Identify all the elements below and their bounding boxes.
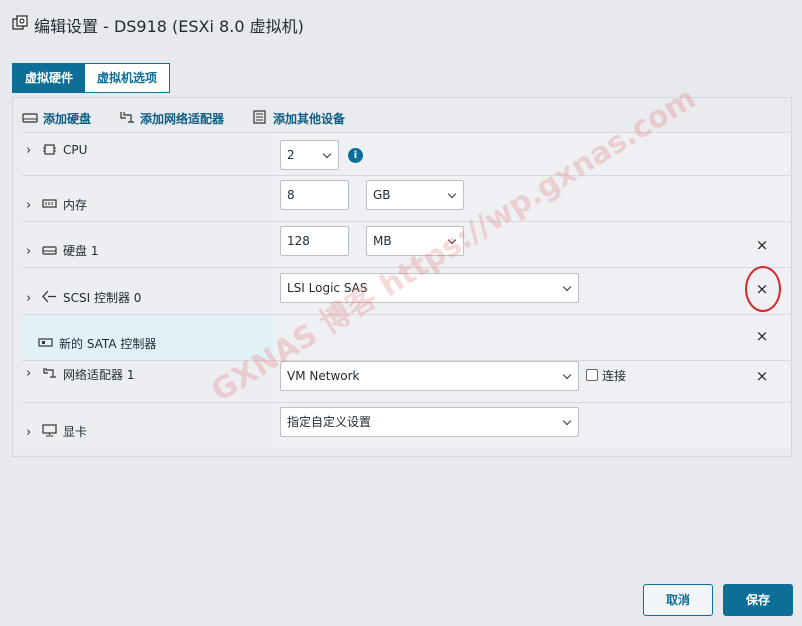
chevron-right-icon[interactable]: › bbox=[26, 143, 34, 158]
network-value: VM Network bbox=[287, 369, 360, 383]
scsi-type-select[interactable]: LSI Logic SAS bbox=[280, 273, 579, 303]
hardware-row-memory: › 内存 8 GB bbox=[22, 175, 790, 221]
memory-unit-select[interactable]: GB bbox=[366, 180, 464, 210]
disk-unit-value: MB bbox=[373, 234, 392, 248]
chevron-right-icon[interactable]: › bbox=[26, 244, 34, 259]
nic-row-value: VM Network 连接 × bbox=[273, 361, 790, 402]
memory-label: 内存 bbox=[63, 198, 88, 212]
scsi-controller-icon bbox=[42, 290, 57, 306]
video-label: 显卡 bbox=[63, 425, 88, 439]
video-settings-value: 指定自定义设置 bbox=[287, 415, 372, 429]
scsi-label: SCSI 控制器 0 bbox=[63, 291, 142, 305]
monitor-icon bbox=[42, 424, 57, 440]
vm-settings-icon bbox=[12, 15, 28, 35]
memory-row-label[interactable]: › 内存 bbox=[22, 176, 273, 221]
add-other-device-label: 添加其他设备 bbox=[273, 111, 346, 126]
disk-label: 硬盘 1 bbox=[63, 244, 99, 258]
add-other-device-button[interactable]: 添加其他设备 bbox=[252, 109, 346, 127]
hardware-row-scsi: › SCSI 控制器 0 LSI Logic SAS × bbox=[22, 267, 790, 314]
memory-icon bbox=[42, 197, 57, 213]
cpu-row-value: 2 i bbox=[273, 133, 790, 175]
remove-disk-button[interactable]: × bbox=[754, 236, 770, 254]
hardware-row-disk: › 硬盘 1 128 MB × bbox=[22, 221, 790, 267]
connect-checkbox[interactable] bbox=[586, 369, 598, 381]
hardware-row-sata: 新的 SATA 控制器 × bbox=[22, 314, 790, 360]
chevron-right-icon[interactable]: › bbox=[26, 198, 34, 213]
cpu-row-label[interactable]: › CPU bbox=[22, 133, 273, 175]
network-adapter-icon bbox=[119, 110, 135, 127]
sata-controller-icon bbox=[38, 336, 53, 352]
highlight-circle bbox=[745, 266, 781, 312]
cpu-label: CPU bbox=[63, 143, 88, 157]
memory-size-input[interactable]: 8 bbox=[280, 180, 349, 210]
tab-vm-options[interactable]: 虚拟机选项 bbox=[85, 64, 169, 92]
scsi-row-value: LSI Logic SAS × bbox=[273, 268, 790, 314]
hardware-row-video: › 显卡 指定自定义设置 bbox=[22, 402, 790, 448]
chevron-right-icon[interactable]: › bbox=[26, 366, 34, 381]
nic-row-label[interactable]: › 网络适配器 1 bbox=[22, 361, 273, 402]
hardware-list: › CPU 2 i › 内存 8 GB › 硬盘 1 128 MB × › SC… bbox=[22, 132, 790, 448]
dialog-title: 编辑设置 - DS918 (ESXi 8.0 虚拟机) bbox=[34, 17, 304, 36]
hardware-row-cpu: › CPU 2 i bbox=[22, 132, 790, 175]
add-disk-label: 添加硬盘 bbox=[43, 111, 92, 126]
disk-size-value: 128 bbox=[287, 234, 310, 248]
add-network-adapter-button[interactable]: 添加网络适配器 bbox=[119, 110, 224, 127]
tab-virtual-hardware[interactable]: 虚拟硬件 bbox=[13, 64, 86, 92]
network-select[interactable]: VM Network bbox=[280, 361, 579, 391]
memory-row-value: 8 GB bbox=[273, 176, 790, 221]
connect-label: 连接 bbox=[602, 369, 627, 383]
remove-sata-button[interactable]: × bbox=[754, 327, 770, 345]
video-row-label[interactable]: › 显卡 bbox=[22, 403, 273, 448]
disk-unit-select[interactable]: MB bbox=[366, 226, 464, 256]
hardware-row-nic: › 网络适配器 1 VM Network 连接 × bbox=[22, 360, 790, 402]
disk-row-value: 128 MB × bbox=[273, 222, 790, 267]
sata-row-label[interactable]: 新的 SATA 控制器 bbox=[22, 315, 273, 360]
hardware-toolbar: 添加硬盘 添加网络适配器 添加其他设备 bbox=[22, 108, 345, 128]
nic-label: 网络适配器 1 bbox=[63, 368, 135, 382]
add-disk-button[interactable]: 添加硬盘 bbox=[22, 110, 91, 127]
scsi-row-label[interactable]: › SCSI 控制器 0 bbox=[22, 268, 273, 314]
disk-icon bbox=[22, 110, 38, 127]
dialog-title-bar: 编辑设置 - DS918 (ESXi 8.0 虚拟机) bbox=[12, 12, 304, 38]
network-adapter-icon bbox=[42, 366, 57, 382]
memory-size-value: 8 bbox=[287, 188, 295, 202]
chevron-right-icon[interactable]: › bbox=[26, 425, 34, 440]
scsi-type-value: LSI Logic SAS bbox=[287, 281, 368, 295]
save-button[interactable]: 保存 bbox=[723, 584, 793, 616]
video-settings-select[interactable]: 指定自定义设置 bbox=[280, 407, 579, 437]
video-row-value: 指定自定义设置 bbox=[273, 403, 790, 448]
device-icon bbox=[252, 109, 268, 127]
tab-bar: 虚拟硬件 虚拟机选项 bbox=[12, 63, 171, 93]
disk-row-label[interactable]: › 硬盘 1 bbox=[22, 222, 273, 267]
cpu-count-value: 2 bbox=[287, 148, 295, 162]
info-icon[interactable]: i bbox=[348, 148, 363, 163]
remove-nic-button[interactable]: × bbox=[754, 367, 770, 385]
sata-label: 新的 SATA 控制器 bbox=[59, 337, 157, 351]
memory-unit-value: GB bbox=[373, 188, 391, 202]
disk-icon bbox=[42, 243, 57, 259]
cancel-button[interactable]: 取消 bbox=[643, 584, 713, 616]
cpu-count-select[interactable]: 2 bbox=[280, 140, 339, 170]
cpu-chip-icon bbox=[42, 143, 57, 159]
add-network-adapter-label: 添加网络适配器 bbox=[140, 111, 225, 126]
chevron-right-icon[interactable]: › bbox=[26, 291, 34, 306]
edit-settings-dialog: 编辑设置 - DS918 (ESXi 8.0 虚拟机) 虚拟硬件 虚拟机选项 添… bbox=[0, 0, 802, 626]
sata-row-value: × bbox=[273, 315, 790, 360]
disk-size-input[interactable]: 128 bbox=[280, 226, 349, 256]
